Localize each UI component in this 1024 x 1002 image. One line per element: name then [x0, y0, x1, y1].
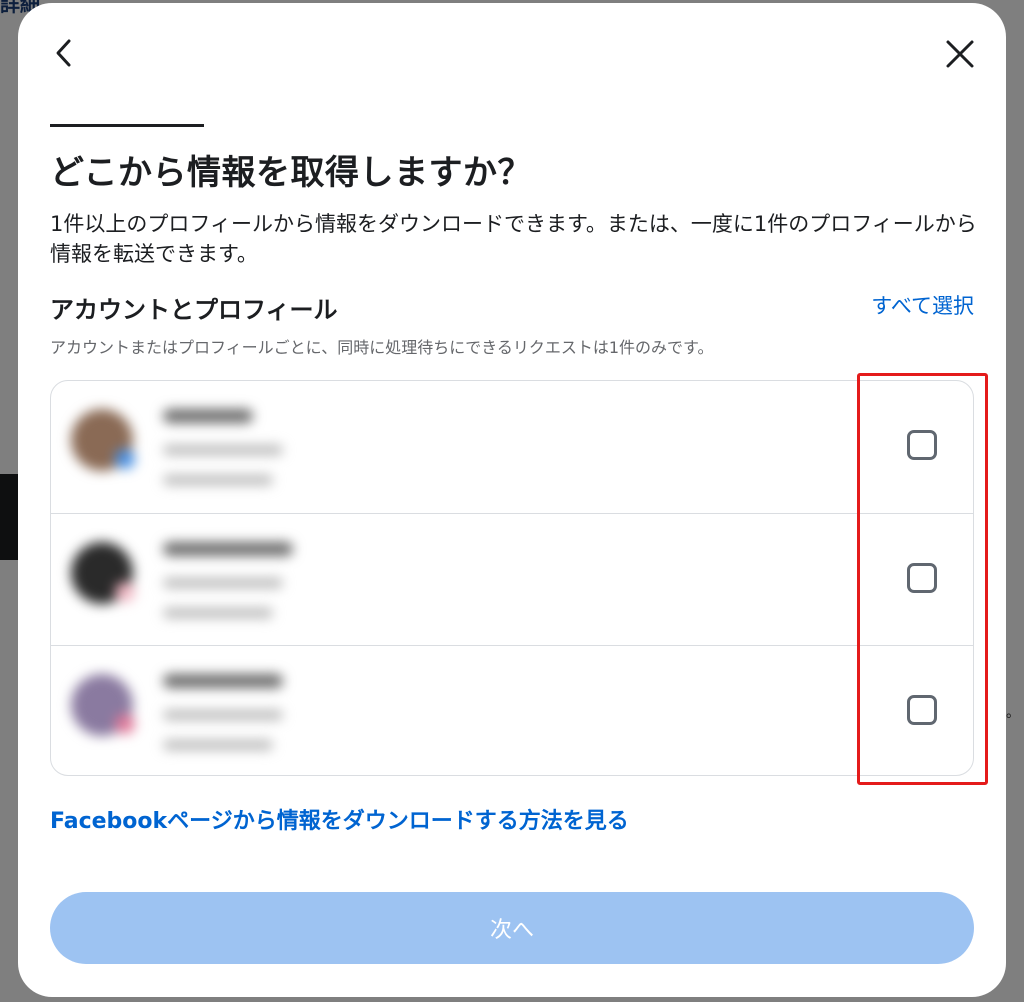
- profile-detail-redacted: [163, 740, 273, 750]
- profile-detail-redacted: [163, 475, 273, 485]
- select-all-link[interactable]: すべて選択: [871, 290, 974, 320]
- blurred-profile-info: [67, 395, 297, 499]
- avatar-badge-icon: [115, 449, 135, 469]
- profile-checkbox[interactable]: [907, 430, 937, 460]
- back-button[interactable]: [44, 33, 84, 73]
- title-divider: [50, 124, 204, 127]
- profile-row[interactable]: [51, 645, 973, 775]
- dialog-description: 1件以上のプロフィールから情報をダウンロードできます。または、一度に1件のプロフ…: [50, 212, 977, 266]
- profile-name-redacted: [163, 674, 283, 688]
- profile-row[interactable]: [51, 381, 973, 512]
- blurred-profile-info: [67, 528, 297, 632]
- chevron-left-icon: [56, 39, 71, 67]
- profile-checkbox[interactable]: [907, 563, 937, 593]
- dialog-title: どこから情報を取得しますか？: [50, 153, 532, 193]
- profile-checkbox[interactable]: [907, 695, 937, 725]
- profile-detail-redacted: [163, 445, 283, 455]
- blurred-profile-info: [67, 660, 297, 764]
- profile-list: [50, 380, 974, 776]
- facebook-page-download-help-link[interactable]: Facebookページから情報をダウンロードする方法を見る: [50, 803, 629, 835]
- avatar-badge-icon: [115, 582, 135, 602]
- profile-name-redacted: [163, 409, 253, 423]
- profile-detail-redacted: [163, 608, 273, 618]
- accounts-section-title: アカウントとプロフィール: [50, 296, 338, 324]
- profile-row[interactable]: [51, 513, 973, 645]
- profile-name-redacted: [163, 542, 293, 556]
- next-button[interactable]: 次へ: [50, 892, 974, 964]
- close-button[interactable]: [940, 34, 980, 74]
- profile-detail-redacted: [163, 578, 283, 588]
- profile-detail-redacted: [163, 710, 283, 720]
- avatar-badge-icon: [115, 714, 135, 734]
- data-source-dialog: どこから情報を取得しますか？ 1件以上のプロフィールから情報をダウンロードできま…: [18, 3, 1006, 997]
- accounts-section-subtitle: アカウントまたはプロフィールごとに、同時に処理待ちにできるリクエストは1件のみで…: [50, 338, 714, 357]
- close-icon: [946, 40, 974, 68]
